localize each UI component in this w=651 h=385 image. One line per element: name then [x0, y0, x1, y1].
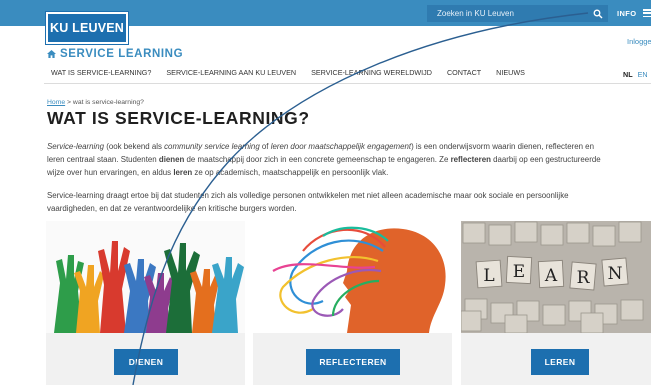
home-icon: [47, 50, 56, 58]
nav-item-wat-is[interactable]: WAT IS SERVICE-LEARNING?: [51, 68, 151, 77]
text: reflecteren: [450, 155, 491, 164]
text: dienen: [158, 155, 185, 164]
second-paragraph: Service-learning draagt ertoe bij dat st…: [47, 189, 651, 215]
text: leren centraal staan. Studenten: [47, 155, 159, 164]
tile-e: E: [513, 262, 525, 282]
search-input[interactable]: Zoeken in KU Leuven: [427, 5, 608, 22]
text: daarbij op een gestructureerde: [490, 155, 601, 164]
raised-hands-image: [46, 221, 245, 333]
intro-paragraph: Service-learning (ook bekend als communi…: [47, 140, 651, 179]
nav-item-contact[interactable]: CONTACT: [447, 68, 481, 77]
breadcrumb-separator: >: [67, 99, 72, 106]
card-dienen[interactable]: DIENEN: [46, 221, 245, 385]
section-title-label: SERVICE LEARNING: [60, 48, 184, 60]
lang-en[interactable]: EN: [638, 70, 648, 79]
reflecteren-button[interactable]: REFLECTEREN: [306, 349, 400, 375]
text: ze op academisch, maatschappelijk en per…: [192, 168, 389, 177]
head-profile-image: [253, 221, 452, 333]
text: leren door maatschappelijk engagement: [270, 142, 412, 151]
text: Service-learning: [47, 142, 105, 151]
page-title: WAT IS SERVICE-LEARNING?: [47, 108, 310, 128]
text: community service learning: [164, 142, 260, 151]
breadcrumb: Home > wat is service-learning?: [47, 99, 144, 106]
tile-n: N: [608, 264, 623, 284]
leren-button[interactable]: LEREN: [531, 349, 589, 375]
header-divider: [44, 83, 651, 84]
text: vaardigheden, en dat ze verantwoordelijk…: [47, 204, 297, 213]
login-link[interactable]: Inloggen: [627, 37, 651, 46]
scrabble-tiles-image: L E A R N: [461, 221, 651, 333]
breadcrumb-current: wat is service-learning?: [72, 99, 144, 106]
lang-nl[interactable]: NL: [623, 70, 633, 79]
site-section-title[interactable]: SERVICE LEARNING: [47, 48, 183, 60]
text: (ook bekend als: [104, 142, 165, 151]
card-leren[interactable]: L E A R N LEREN: [461, 221, 651, 385]
card-reflecteren[interactable]: REFLECTEREN: [253, 221, 452, 385]
language-switcher: NL EN: [623, 70, 648, 79]
text: de maatschappij door zich in een concret…: [184, 155, 451, 164]
search-button[interactable]: [588, 5, 608, 22]
info-menu-button[interactable]: INFO: [617, 9, 637, 18]
search-icon: [593, 9, 603, 18]
nav-item-ku-leuven[interactable]: SERVICE-LEARNING AAN KU LEUVEN: [166, 68, 296, 77]
nav-item-wereldwijd[interactable]: SERVICE-LEARNING WERELDWIJD: [311, 68, 432, 77]
text: leren: [173, 168, 193, 177]
text: Service-learning draagt ertoe bij dat st…: [47, 191, 569, 200]
tile-a: A: [544, 266, 558, 286]
nav-item-nieuws[interactable]: NIEUWS: [496, 68, 525, 77]
text: of: [259, 142, 271, 151]
text: ) is een onderwijsvorm waarin dienen, re…: [411, 142, 594, 151]
hamburger-menu-icon[interactable]: [643, 9, 651, 18]
dienen-button[interactable]: DIENEN: [114, 349, 178, 375]
main-nav: WAT IS SERVICE-LEARNING? SERVICE-LEARNIN…: [51, 68, 540, 77]
tile-r: R: [577, 268, 591, 288]
ku-leuven-logo[interactable]: KU LEUVEN: [45, 11, 129, 45]
tile-l: L: [483, 266, 494, 286]
breadcrumb-home-link[interactable]: Home: [47, 99, 65, 106]
text: wijze over hun ervaringen, en aldus: [47, 168, 174, 177]
